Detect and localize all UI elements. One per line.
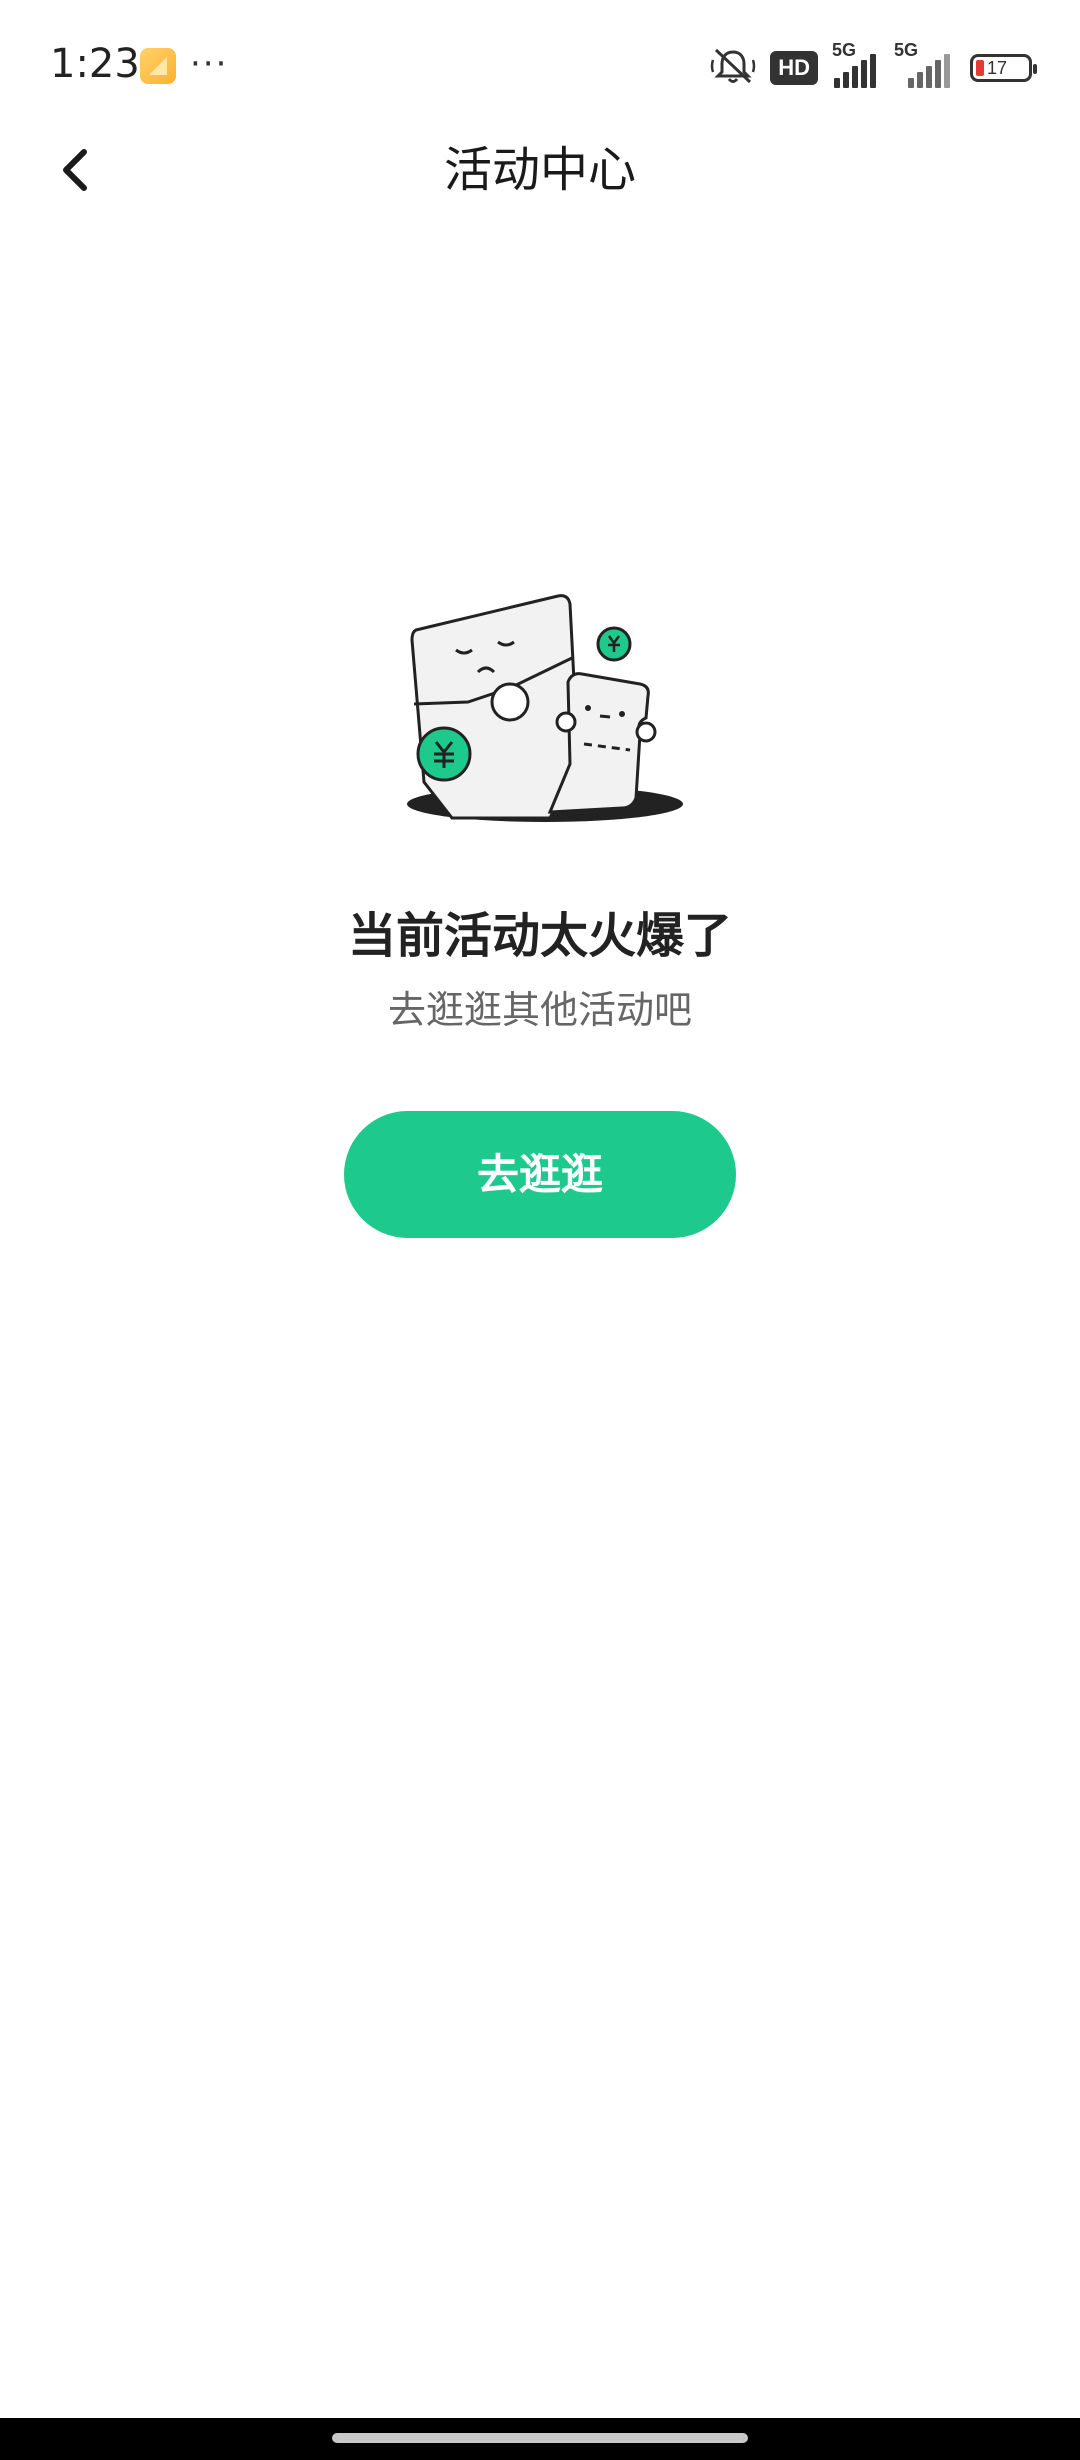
battery-icon: 17 [970, 54, 1037, 82]
notification-app-icon [140, 48, 176, 84]
status-bar: 1:23 ··· HD 5G 5G 17 [0, 0, 1080, 130]
hd-voice-badge: HD [770, 51, 818, 85]
battery-fill [976, 60, 984, 76]
signal-strength-icon: 5G [894, 40, 956, 88]
battery-level: 17 [987, 58, 1008, 78]
signal-strength-icon: 5G [832, 40, 880, 88]
mute-icon [710, 46, 756, 90]
home-indicator[interactable] [332, 2433, 748, 2443]
status-indicators: HD 5G 5G 17 [710, 40, 1037, 90]
page-title: 活动中心 [443, 142, 636, 198]
nav-bar: 活动中心 [0, 120, 1080, 220]
signal-network-label: 5G [894, 40, 919, 60]
gesture-navigation-bar [0, 2418, 1080, 2460]
empty-state-subtitle: 去逛逛其他活动吧 [387, 988, 692, 1032]
empty-envelope-illustration [400, 586, 690, 826]
browse-button[interactable]: 去逛逛 [344, 1111, 736, 1238]
status-time: 1:23 [50, 41, 140, 87]
empty-state-title: 当前活动太火爆了 [347, 908, 732, 964]
status-more-icon: ··· [190, 44, 229, 84]
signal-network-label: 5G [832, 40, 857, 60]
